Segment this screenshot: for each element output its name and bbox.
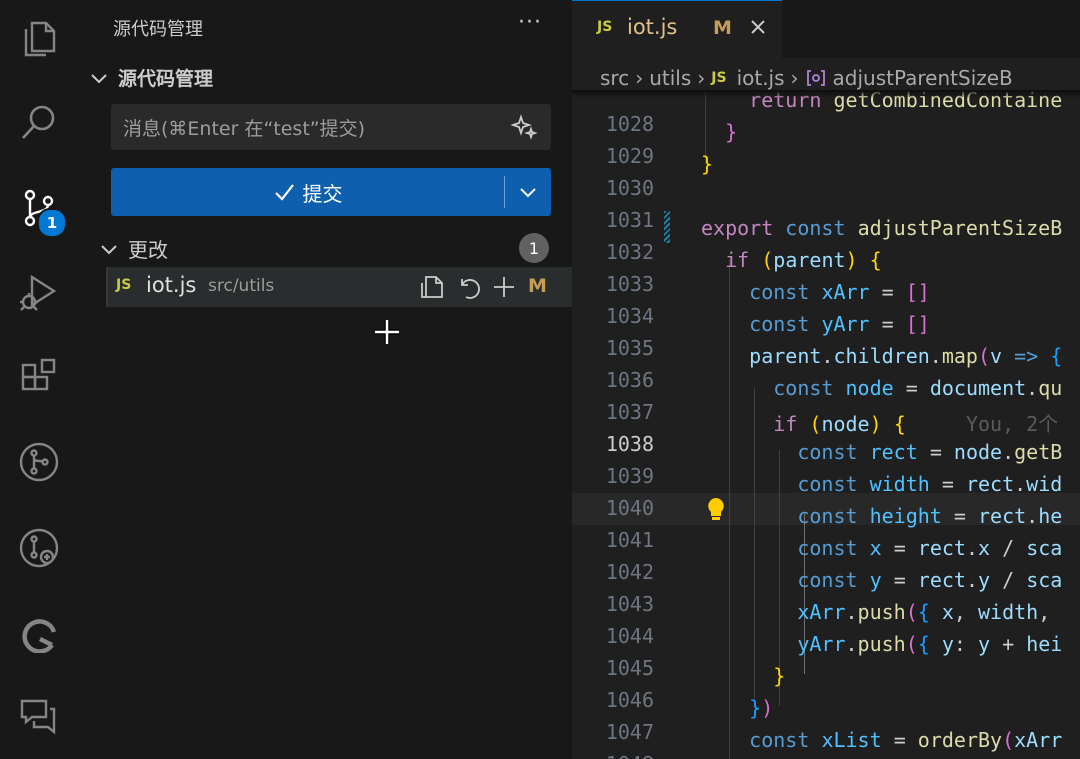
code-line: 1036 parent.children.map(v => { xyxy=(572,344,1080,392)
move-cursor-icon xyxy=(375,320,399,344)
commit-message-input[interactable]: 消息(⌘Enter 在“test”提交) xyxy=(111,104,551,150)
chevron-right-icon: › xyxy=(635,66,644,90)
changes-count-badge: 1 xyxy=(519,233,549,263)
commit-button-group: 提交 xyxy=(111,168,551,216)
source-control-sidebar: 源代码管理 ··· 源代码管理 消息(⌘Enter 在“test”提交) 提交 … xyxy=(78,0,572,759)
commit-message-placeholder: 消息(⌘Enter 在“test”提交) xyxy=(123,117,366,140)
more-actions-button[interactable]: ··· xyxy=(518,10,542,35)
code-line: 1029 } xyxy=(572,120,1080,168)
chevron-down-icon xyxy=(101,244,117,254)
code-line: 1044 xArr.push({ x, width, xyxy=(572,600,1080,648)
code-line: 1043 const y = rect.y / sca xyxy=(572,568,1080,616)
remote-icon[interactable] xyxy=(0,518,78,578)
open-file-icon[interactable] xyxy=(418,273,446,301)
code-line: 1031 xyxy=(572,184,1080,232)
file-row-actions xyxy=(418,273,518,301)
file-name: iot.js xyxy=(146,273,197,297)
editor: JS iot.js M src › utils › JS iot.js › ad… xyxy=(572,0,1080,759)
code-line: 1032 export const adjustParentSizeB xyxy=(572,216,1080,264)
changed-file-row[interactable]: JS iot.js src/utils M xyxy=(106,267,572,307)
chevron-down-icon xyxy=(91,73,107,83)
code-line: 1038 if (node) { You, 2个 xyxy=(572,408,1080,456)
code-line: 1042 const x = rect.x / sca xyxy=(572,536,1080,584)
breadcrumb-src[interactable]: src xyxy=(600,66,629,90)
codegeex-icon[interactable] xyxy=(0,602,78,662)
section-header-repository[interactable]: 源代码管理 xyxy=(88,64,213,91)
breadcrumb-symbol[interactable]: adjustParentSizeB xyxy=(833,66,1013,90)
lightbulb-icon[interactable] xyxy=(705,496,727,522)
commit-label: 提交 xyxy=(302,181,343,206)
breadcrumb: src › utils › JS iot.js › adjustParentSi… xyxy=(600,66,1013,90)
close-icon[interactable] xyxy=(748,17,768,37)
code-line: 1030 } xyxy=(572,152,1080,200)
sidebar-title: 源代码管理 xyxy=(113,19,203,40)
tab-label: iot.js xyxy=(627,15,678,39)
discard-changes-icon[interactable] xyxy=(454,273,482,301)
js-file-icon: JS xyxy=(116,277,132,293)
extensions-icon[interactable] xyxy=(0,348,78,408)
commit-dropdown-button[interactable] xyxy=(505,168,551,216)
code-line: 1047 }) xyxy=(572,696,1080,744)
js-file-icon: JS xyxy=(711,70,727,86)
changes-title: 更改 xyxy=(128,238,168,262)
sparkle-icon[interactable] xyxy=(511,114,537,140)
commit-button[interactable]: 提交 xyxy=(111,168,504,216)
js-file-icon: JS xyxy=(597,19,613,35)
breadcrumb-utils[interactable]: utils xyxy=(649,66,691,90)
breadcrumb-file[interactable]: iot.js xyxy=(737,66,785,90)
editor-tab-bar: JS iot.js M xyxy=(572,0,1080,58)
chevron-right-icon: › xyxy=(697,66,706,90)
chevron-down-icon xyxy=(520,188,536,198)
editor-tab-iot-js[interactable]: JS iot.js M xyxy=(572,0,782,58)
code-line: 1034 const xArr = [] xyxy=(572,280,1080,328)
explorer-icon[interactable] xyxy=(0,8,78,68)
file-path: src/utils xyxy=(208,276,275,296)
git-graph-icon[interactable] xyxy=(0,432,78,492)
code-line: 1035 const yArr = [] xyxy=(572,312,1080,360)
code-editor[interactable]: 1028 return getCombinedContaine 1029 } 1… xyxy=(572,90,1080,759)
code-line: 1033 if (parent) { xyxy=(572,248,1080,296)
git-blame-annotation: You, 2个 xyxy=(965,412,1059,436)
line-number: 1048 xyxy=(572,752,654,759)
code-line: 1048 const xList = orderBy(xArr xyxy=(572,728,1080,759)
file-status-badge: M xyxy=(528,275,547,297)
chat-icon[interactable] xyxy=(0,686,78,746)
section-title: 源代码管理 xyxy=(118,68,214,90)
chevron-right-icon: › xyxy=(790,66,799,90)
code-line: 1045 yArr.push({ y: y + hei xyxy=(572,632,1080,680)
activity-bar: 1 xyxy=(0,0,79,759)
scroll-shadow xyxy=(572,90,1080,98)
run-debug-icon[interactable] xyxy=(0,262,78,322)
code-line: 1039 const rect = node.getB xyxy=(572,440,1080,488)
code-line: 1041 const height = rect.he xyxy=(572,504,1080,552)
code-line: 1040 const width = rect.wid xyxy=(572,472,1080,520)
search-icon[interactable] xyxy=(0,92,78,152)
check-icon xyxy=(274,184,294,201)
changes-header[interactable]: 更改 xyxy=(98,234,168,263)
code-line: 1046 } xyxy=(572,664,1080,712)
stage-changes-icon[interactable] xyxy=(490,273,518,301)
tab-modified-badge: M xyxy=(713,17,732,39)
symbol-method-icon xyxy=(806,70,825,86)
code-line: 1037 const node = document.qu xyxy=(572,376,1080,424)
source-control-badge: 1 xyxy=(37,208,67,238)
